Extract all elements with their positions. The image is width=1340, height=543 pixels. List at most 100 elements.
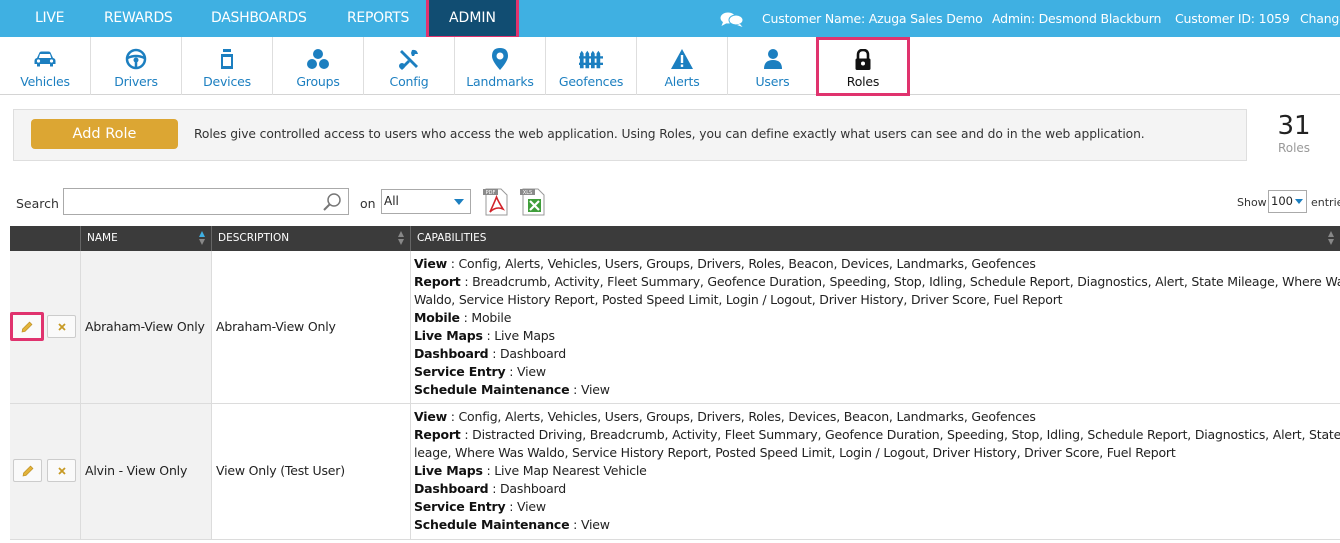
subnav-label: Landmarks <box>466 74 534 89</box>
lock-icon <box>851 49 875 71</box>
subnav-label: Vehicles <box>20 74 70 89</box>
delete-role-button[interactable] <box>47 315 76 338</box>
filter-column-value: All <box>384 194 399 208</box>
role-name: Abraham-View Only <box>85 319 205 334</box>
close-icon <box>57 322 66 331</box>
role-capabilities-cell: View : Config, Alerts, Vehicles, Users, … <box>411 251 1340 403</box>
subnav-config[interactable]: Config <box>364 37 455 95</box>
roles-info-bar: Add Role Roles give controlled access to… <box>13 109 1340 161</box>
subnav-landmarks[interactable]: Landmarks <box>455 37 546 95</box>
role-name-cell: Abraham-View Only <box>81 251 212 403</box>
roles-description: Roles give controlled access to users wh… <box>194 127 1145 141</box>
edit-role-button[interactable] <box>13 459 42 482</box>
capability-line: Dashboard : Dashboard <box>414 346 567 361</box>
capability-line: Service Entry : View <box>414 364 546 379</box>
role-name-cell: Alvin - View Only <box>81 404 212 539</box>
capability-line: Service Entry : View <box>414 499 546 514</box>
row-actions-cell <box>10 251 81 403</box>
topnav-rewards[interactable]: REWARDS <box>104 0 173 37</box>
table-row: Abraham-View Only Abraham-View Only View… <box>10 251 1340 404</box>
header-capabilities[interactable]: CAPABILITIES <box>411 226 1340 251</box>
map-pin-icon <box>488 48 512 70</box>
capability-line: View : Config, Alerts, Vehicles, Users, … <box>414 256 1036 271</box>
sort-icon <box>1328 231 1335 246</box>
steering-wheel-icon <box>124 48 148 70</box>
top-navigation-bar: LIVE REWARDS DASHBOARDS REPORTS ADMIN Cu… <box>0 0 1340 39</box>
subnav-label: Geofences <box>558 74 624 89</box>
header-capabilities-label: CAPABILITIES <box>417 232 487 244</box>
header-name[interactable]: NAME <box>81 226 212 251</box>
user-icon <box>761 48 785 70</box>
search-icon[interactable] <box>322 192 342 212</box>
topnav-live[interactable]: LIVE <box>35 0 64 37</box>
capability-line: leage, Where Was Waldo, Service History … <box>414 445 1176 460</box>
subnav-geofences[interactable]: Geofences <box>546 37 637 95</box>
role-description: Abraham-View Only <box>216 319 336 334</box>
role-capabilities-cell: View : Config, Alerts, Vehicles, Users, … <box>411 404 1340 539</box>
edit-role-button[interactable] <box>10 312 44 341</box>
capability-line: View : Config, Alerts, Vehicles, Users, … <box>414 409 1036 424</box>
header-name-label: NAME <box>87 232 118 244</box>
pencil-icon <box>22 465 33 476</box>
device-icon <box>215 48 239 70</box>
header-description[interactable]: DESCRIPTION <box>212 226 411 251</box>
subnav-label: Users <box>755 74 790 89</box>
subnav-label: Roles <box>846 74 880 89</box>
groups-icon <box>306 48 330 70</box>
header-description-label: DESCRIPTION <box>218 232 290 244</box>
delete-role-button[interactable] <box>47 459 76 482</box>
filter-column-select[interactable]: All <box>381 189 471 214</box>
svg-text:PDF: PDF <box>486 190 496 196</box>
capabilities-list: View : Config, Alerts, Vehicles, Users, … <box>414 408 1340 534</box>
subnav-users[interactable]: Users <box>728 37 818 95</box>
warning-icon <box>670 48 694 70</box>
chevron-down-icon <box>1295 199 1303 204</box>
topnav-admin[interactable]: ADMIN <box>426 0 519 39</box>
topnav-reports[interactable]: REPORTS <box>347 0 409 37</box>
car-icon <box>33 48 57 70</box>
xls-export-icon[interactable]: XLS <box>519 187 547 216</box>
capability-line: Live Maps : Live Map Nearest Vehicle <box>414 463 647 478</box>
subnav-label: Groups <box>296 74 340 89</box>
search-input[interactable] <box>63 188 349 215</box>
subnav-vehicles[interactable]: Vehicles <box>0 37 91 95</box>
subnav-groups[interactable]: Groups <box>273 37 364 95</box>
capability-line: Mobile : Mobile <box>414 310 512 325</box>
roles-count-box: 31 Roles <box>1246 109 1340 161</box>
admin-subnav: Vehicles Drivers Devices Groups Config L… <box>0 37 1340 96</box>
change-link[interactable]: Change <box>1300 0 1340 37</box>
subnav-roles[interactable]: Roles <box>816 37 910 96</box>
row-actions-cell <box>10 404 81 539</box>
table-row: Alvin - View Only View Only (Test User) … <box>10 404 1340 540</box>
capability-line: Report : Breadcrumb, Activity, Fleet Sum… <box>414 274 1340 289</box>
chat-icon[interactable] <box>720 11 744 27</box>
fence-icon <box>579 48 603 70</box>
subnav-drivers[interactable]: Drivers <box>91 37 182 95</box>
pdf-export-icon[interactable]: PDF <box>482 187 510 216</box>
svg-text:XLS: XLS <box>523 190 532 196</box>
show-label: Show <box>1237 196 1267 209</box>
subnav-label: Alerts <box>664 74 700 89</box>
subnav-label: Config <box>389 74 429 89</box>
subnav-label: Devices <box>203 74 251 89</box>
role-name: Alvin - View Only <box>85 463 188 478</box>
sort-icon <box>199 231 206 246</box>
capability-line: Schedule Maintenance : View <box>414 382 610 397</box>
header-actions <box>10 226 81 251</box>
close-icon <box>57 466 66 475</box>
table-header: NAME DESCRIPTION CAPABILITIES <box>10 226 1340 251</box>
page-size-select[interactable]: 100 <box>1268 190 1307 213</box>
admin-name: Admin: Desmond Blackburn <box>992 11 1162 26</box>
add-role-button[interactable]: Add Role <box>31 119 178 149</box>
capability-line: Live Maps : Live Maps <box>414 328 555 343</box>
roles-count: 31 <box>1277 111 1311 141</box>
customer-name: Customer Name: Azuga Sales Demo <box>762 11 983 26</box>
pencil-icon <box>21 321 33 332</box>
capability-line: Dashboard : Dashboard <box>414 481 567 496</box>
role-description: View Only (Test User) <box>216 463 345 478</box>
capability-line: Schedule Maintenance : View <box>414 517 610 532</box>
topnav-dashboards[interactable]: DASHBOARDS <box>211 0 307 37</box>
subnav-devices[interactable]: Devices <box>182 37 273 95</box>
subnav-alerts[interactable]: Alerts <box>637 37 728 95</box>
subnav-label: Drivers <box>114 74 158 89</box>
